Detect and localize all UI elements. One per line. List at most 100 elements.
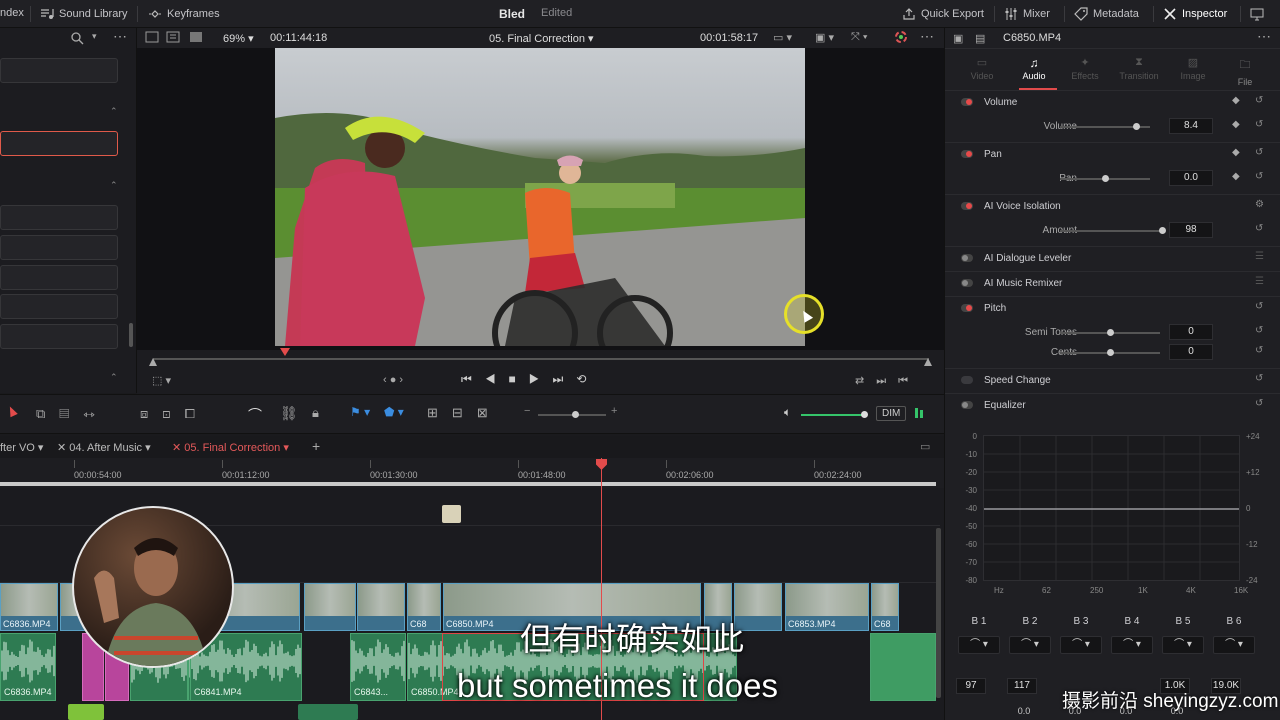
prev-clip-icon[interactable]: ⏮ [898, 375, 920, 387]
selection-tool-icon[interactable] [6, 404, 18, 418]
volume-slider[interactable] [1060, 123, 1150, 130]
pitch-toggle[interactable] [961, 304, 973, 312]
keyframe-icon[interactable]: ◆ [1232, 119, 1240, 130]
chevron-up-icon[interactable]: ⌃ [110, 106, 118, 117]
insert-clip-icon[interactable]: ⧈ [140, 406, 162, 421]
timeline-view-icon[interactable]: ▭ [920, 440, 930, 453]
more-icon[interactable]: ⋯ [113, 28, 127, 45]
metadata-button[interactable]: Metadata [1074, 7, 1139, 21]
timeline-range-bar[interactable] [0, 482, 936, 486]
reset-icon[interactable]: ↺ [1255, 147, 1263, 158]
lock-icon[interactable]: 🔒︎ [312, 405, 319, 421]
add-tab-icon[interactable]: + [312, 438, 320, 454]
chevron-up-icon[interactable]: ⌃ [110, 372, 118, 383]
cents-value[interactable]: 0 [1169, 344, 1213, 360]
pan-value[interactable]: 0.0 [1169, 170, 1213, 186]
view-options-icon[interactable]: ▭ ▾ [773, 31, 792, 44]
link-icon[interactable]: ⛓ [280, 405, 298, 422]
jog-control[interactable]: ‹ ● › [383, 374, 403, 386]
tab-final-correction[interactable]: ✕ 05. Final Correction ▾ [172, 441, 289, 454]
trim-tool-icon[interactable]: ⧉ [36, 406, 59, 421]
color-wheel-icon[interactable] [895, 31, 907, 46]
music-remixer-toggle[interactable] [961, 279, 973, 287]
loop-icon[interactable]: ⟲ [576, 372, 599, 386]
fullscreen-button[interactable] [1250, 7, 1264, 21]
tab-after-music[interactable]: ✕ 04. After Music ▾ [57, 441, 151, 454]
left-field-6[interactable] [0, 324, 118, 349]
eq-band-frequency[interactable]: 117 [1007, 678, 1037, 694]
timeline-scrollbar[interactable] [936, 528, 941, 698]
eq-band-type-dropdown[interactable]: ⌒ ▾ [1162, 636, 1204, 654]
tab-after-vo[interactable]: fter VO ▾ [0, 441, 43, 454]
go-to-end-icon[interactable]: ⏭ [553, 372, 577, 386]
video-clip[interactable] [357, 583, 405, 631]
match-frame-icon[interactable]: ⇄ [855, 375, 876, 387]
quick-export-button[interactable]: Quick Export [902, 7, 984, 21]
viewer-layout-icon[interactable] [166, 31, 180, 46]
speaker-icon[interactable]: 🔈︎ [784, 405, 791, 420]
eq-band-type-dropdown[interactable]: ⌒ ▾ [1111, 636, 1153, 654]
zoom-out-icon[interactable]: − [524, 405, 530, 417]
voice-isolation-value[interactable]: 98 [1169, 222, 1213, 238]
scrubber-playhead[interactable] [279, 348, 290, 356]
play-icon[interactable]: ▶ [529, 372, 553, 386]
semitones-slider[interactable] [1060, 329, 1160, 336]
zoom-in-icon[interactable]: + [611, 405, 617, 417]
chevron-up-icon[interactable]: ⌃ [110, 180, 118, 191]
video-clip[interactable] [304, 583, 356, 631]
dim-button[interactable]: DIM [876, 406, 907, 421]
music-clip[interactable] [68, 704, 104, 720]
reset-icon[interactable]: ↺ [1255, 95, 1263, 106]
overlay-icon[interactable]: ▣ ▾ [815, 31, 834, 44]
reset-icon[interactable]: ↺ [1255, 301, 1263, 312]
eq-band-gain[interactable]: 0.0 [1009, 706, 1039, 716]
flag-icon[interactable]: ⚑ ▾ [350, 405, 370, 419]
reset-icon[interactable]: ↺ [1255, 398, 1263, 409]
zoom-detail-icon[interactable]: ⊟ [452, 405, 477, 420]
more-icon[interactable]: ⋯ [1257, 28, 1271, 45]
more-icon[interactable]: ⋯ [920, 28, 934, 45]
settings-icon[interactable]: ☰ [1255, 251, 1264, 262]
audio-clip[interactable] [870, 633, 936, 701]
tab-audio[interactable]: ♫ Audio [1017, 56, 1051, 81]
marker-icon[interactable]: ⬟ ▾ [384, 405, 404, 419]
sound-library-button[interactable]: Sound Library [40, 7, 128, 21]
video-clip[interactable]: C6836.MP4 [0, 583, 58, 631]
crop-icon[interactable]: ⬚ ▾ [152, 374, 171, 387]
inspector-layout-icon[interactable]: ▣ [953, 32, 963, 45]
audio-clip[interactable]: C6836.MP4 [0, 633, 56, 701]
reset-icon[interactable]: ↺ [1255, 325, 1263, 336]
left-field-selected[interactable] [0, 131, 118, 156]
left-field-4[interactable] [0, 265, 118, 290]
next-clip-icon[interactable]: ⏭ [876, 375, 898, 387]
settings-icon[interactable]: ☰ [1255, 276, 1264, 287]
equalizer-toggle[interactable] [961, 401, 973, 409]
left-field-1[interactable] [0, 58, 118, 83]
reset-icon[interactable]: ↺ [1255, 171, 1263, 182]
reset-icon[interactable]: ↺ [1255, 223, 1263, 234]
viewer-layout-icon[interactable] [189, 31, 203, 46]
scrubber-track[interactable] [153, 358, 929, 360]
pan-toggle[interactable] [961, 150, 973, 158]
master-volume-slider[interactable] [801, 411, 868, 418]
zoom-full-icon[interactable]: ⊞ [427, 405, 452, 420]
music-clip[interactable] [298, 704, 358, 720]
tab-video[interactable]: ▭ Video [967, 56, 997, 81]
volume-toggle[interactable] [961, 98, 973, 106]
reset-icon[interactable]: ↺ [1255, 345, 1263, 356]
voice-isolation-toggle[interactable] [961, 202, 973, 210]
keyframes-button[interactable]: Keyframes [148, 7, 220, 21]
voice-isolation-slider[interactable] [1060, 227, 1167, 234]
transform-icon[interactable]: ⤧ ▾ [851, 31, 867, 44]
search-icon[interactable] [70, 31, 84, 48]
tab-file[interactable]: 🗀︎ File [1227, 56, 1263, 87]
eq-band-type-dropdown[interactable]: ⌒ ▾ [958, 636, 1000, 654]
dialogue-leveler-toggle[interactable] [961, 254, 973, 262]
zoom-slider[interactable] [538, 411, 606, 418]
zoom-dropdown[interactable]: 69% ▾ [223, 32, 254, 45]
inspector-button[interactable]: Inspector [1163, 7, 1227, 21]
keyframe-icon[interactable]: ◆ [1232, 147, 1240, 158]
timeline-name-dropdown[interactable]: 05. Final Correction ▾ [489, 32, 594, 45]
left-field-5[interactable] [0, 294, 118, 319]
keyframe-icon[interactable]: ◆ [1232, 171, 1240, 182]
